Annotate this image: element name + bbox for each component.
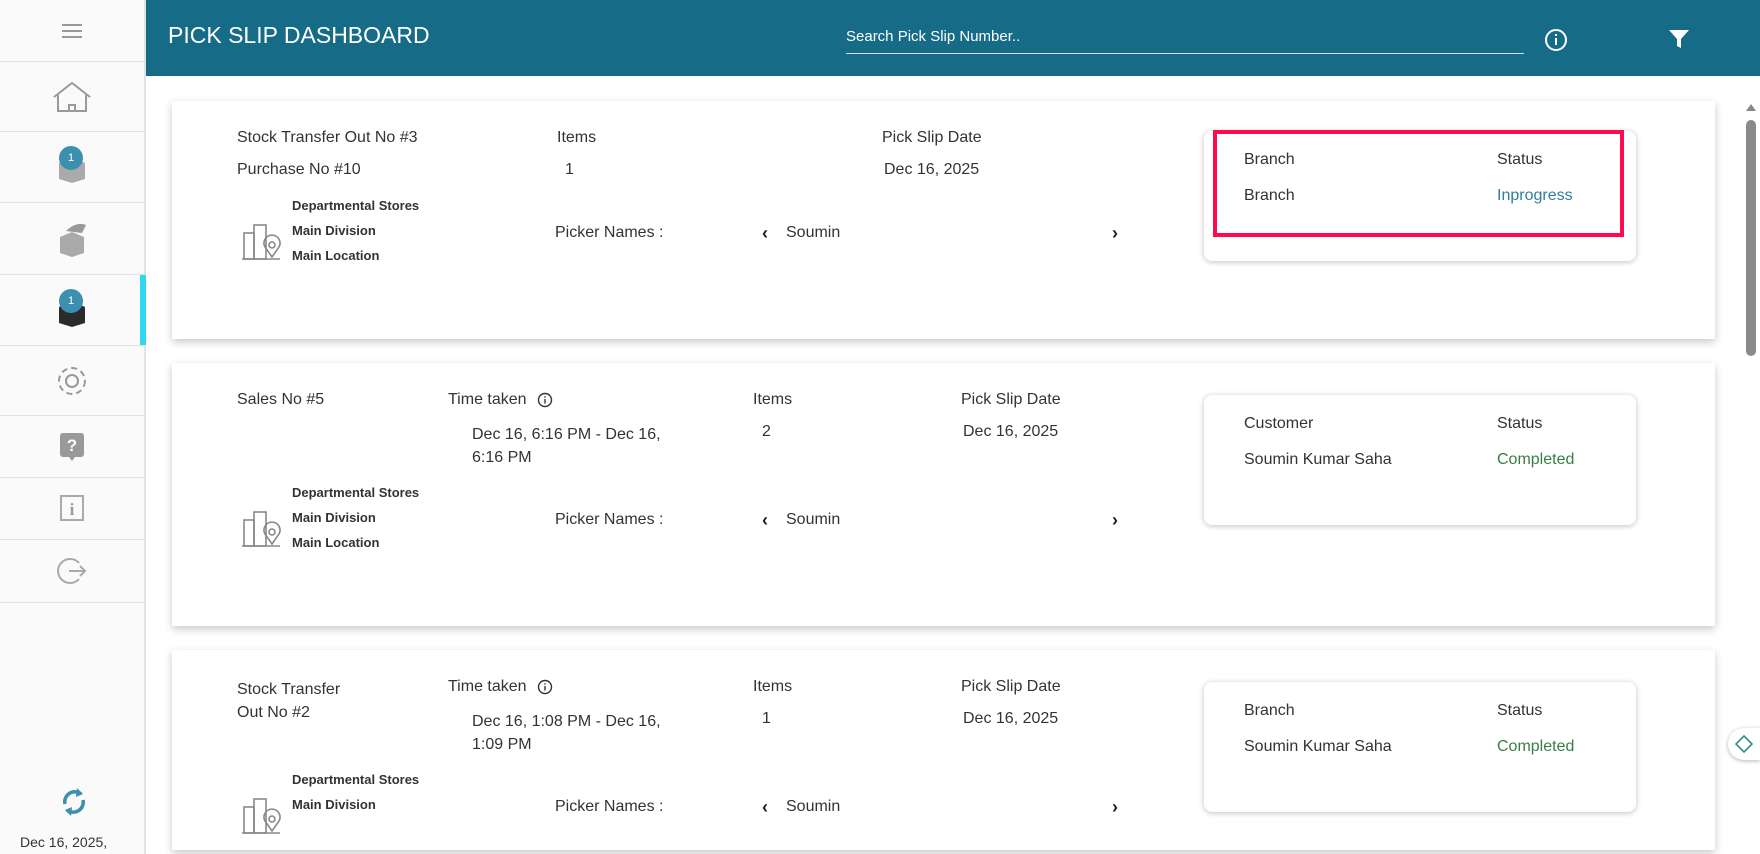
chevron-right-icon[interactable]: › <box>1112 797 1118 818</box>
info-icon[interactable] <box>1544 28 1568 52</box>
time-taken-range: Dec 16, 6:16 PM - Dec 16, 6:16 PM <box>472 426 661 466</box>
diamond-icon <box>1735 735 1753 753</box>
info-icon[interactable] <box>537 392 553 408</box>
home-icon <box>53 81 91 112</box>
picker-name: Soumin <box>786 511 841 528</box>
building-location-icon <box>242 224 281 260</box>
org-division: Main Division <box>292 223 376 238</box>
sidebar-item-logout[interactable] <box>0 540 144 603</box>
hamburger-icon <box>62 23 82 38</box>
sidebar-item-packages[interactable]: 1 <box>0 132 144 203</box>
last-sync-date: Dec 16, 2025, <box>20 834 108 850</box>
filter-icon[interactable] <box>1668 28 1690 50</box>
search-input[interactable]: Search Pick Slip Number.. <box>846 22 1524 54</box>
date-label: Pick Slip Date <box>961 678 1061 695</box>
sidebar-item-settings[interactable] <box>0 346 144 416</box>
notification-badge: 1 <box>59 289 83 313</box>
picker-name: Soumin <box>786 798 841 815</box>
sidebar-item-home[interactable] <box>0 62 144 132</box>
scroll-up-arrow[interactable] <box>1746 104 1756 111</box>
picker-names-label: Picker Names : <box>555 511 664 528</box>
time-taken-label: Time taken <box>448 391 527 408</box>
sidebar-item-info[interactable]: i <box>0 478 144 540</box>
building-location-icon <box>242 511 281 547</box>
pick-slip-date: Dec 16, 2025 <box>963 423 1059 440</box>
svg-text:i: i <box>70 500 75 519</box>
gear-icon <box>58 366 86 395</box>
org-location: Main Location <box>292 535 380 550</box>
party-status-panel: Customer Status Soumin Kumar Saha Comple… <box>1204 395 1636 525</box>
items-count: 1 <box>762 710 771 727</box>
picker-names-label: Picker Names : <box>555 224 664 241</box>
sidebar: 1 1 ? i Dec 16, 2025, <box>0 0 146 854</box>
picker-name: Soumin <box>786 224 841 241</box>
sidebar-item-pick[interactable] <box>0 203 144 275</box>
info-document-icon: i <box>60 494 84 521</box>
party-label: Branch <box>1244 702 1295 719</box>
org-store: Departmental Stores <box>292 198 420 213</box>
status-label: Status <box>1497 702 1543 719</box>
highlight-box <box>1213 130 1624 237</box>
items-count: 2 <box>762 423 771 440</box>
header: PICK SLIP DASHBOARD Search Pick Slip Num… <box>146 0 1760 76</box>
org-division: Main Division <box>292 510 376 525</box>
party-value: Soumin Kumar Saha <box>1244 738 1392 755</box>
assistant-widget-button[interactable] <box>1728 728 1760 760</box>
org-division: Main Division <box>292 797 376 812</box>
pick-slip-date: Dec 16, 2025 <box>963 710 1059 727</box>
sidebar-item-pick-slip[interactable]: 1 <box>0 275 146 346</box>
org-store: Departmental Stores <box>292 485 420 500</box>
party-status-panel: Branch Status Soumin Kumar Saha Complete… <box>1204 682 1636 812</box>
items-count: 1 <box>565 161 574 178</box>
sync-icon[interactable] <box>61 786 87 818</box>
chevron-left-icon[interactable]: ‹ <box>762 223 768 244</box>
org-store: Departmental Stores <box>292 772 420 787</box>
menu-button[interactable] <box>0 0 144 62</box>
reference-number-secondary: Purchase No #10 <box>237 161 361 178</box>
notification-badge: 1 <box>59 146 83 170</box>
pick-slip-card[interactable]: Sales No #5 Time taken Dec 16, 6:16 PM -… <box>172 363 1715 626</box>
logout-icon <box>57 558 87 584</box>
items-label: Items <box>753 391 793 408</box>
time-taken-label: Time taken <box>448 678 527 695</box>
scrollbar-thumb[interactable] <box>1746 120 1756 356</box>
svg-text:?: ? <box>67 436 77 455</box>
building-location-icon <box>242 798 281 834</box>
status-value: Completed <box>1497 451 1575 468</box>
pick-slip-card[interactable]: Stock Transfer Out No #2 Time taken Dec … <box>172 650 1715 850</box>
sidebar-item-help[interactable]: ? <box>0 416 144 478</box>
date-label: Pick Slip Date <box>961 391 1061 408</box>
date-label: Pick Slip Date <box>882 129 982 146</box>
items-label: Items <box>557 129 597 146</box>
page-title: PICK SLIP DASHBOARD <box>168 22 430 48</box>
chevron-right-icon[interactable]: › <box>1112 223 1118 244</box>
reference-number: Stock Transfer Out No #3 <box>237 129 418 146</box>
status-value: Completed <box>1497 738 1575 755</box>
party-value: Soumin Kumar Saha <box>1244 451 1392 468</box>
reference-number: Stock Transfer Out No #2 <box>237 681 341 721</box>
chevron-right-icon[interactable]: › <box>1112 510 1118 531</box>
picker-names-label: Picker Names : <box>555 798 664 815</box>
org-location: Main Location <box>292 248 380 263</box>
party-label: Customer <box>1244 415 1314 432</box>
chevron-left-icon[interactable]: ‹ <box>762 510 768 531</box>
info-icon[interactable] <box>537 679 553 695</box>
box-hand-icon <box>60 223 86 257</box>
chevron-left-icon[interactable]: ‹ <box>762 797 768 818</box>
pick-slip-date: Dec 16, 2025 <box>884 161 980 178</box>
status-label: Status <box>1497 415 1543 432</box>
items-label: Items <box>753 678 793 695</box>
time-taken-range: Dec 16, 1:08 PM - Dec 16, 1:09 PM <box>472 713 661 753</box>
reference-number: Sales No #5 <box>237 391 325 408</box>
help-icon: ? <box>60 432 84 461</box>
